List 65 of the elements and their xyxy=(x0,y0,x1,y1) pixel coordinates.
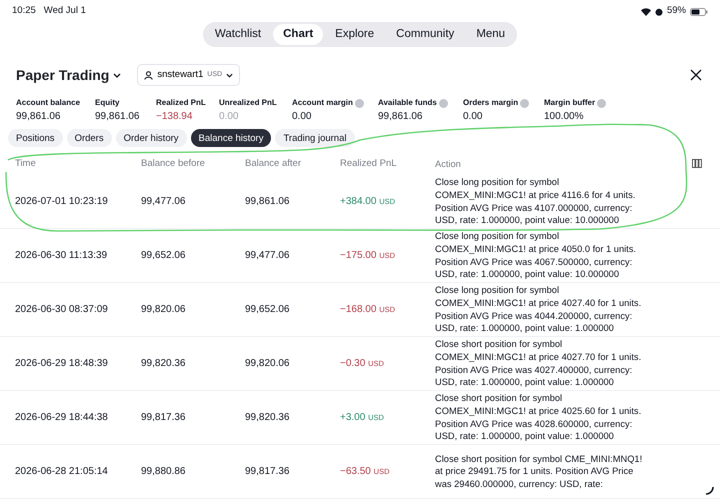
stat-value: −138.94 xyxy=(156,110,194,124)
stat-label: Orders margin xyxy=(463,97,518,109)
tab[interactable]: Balance history xyxy=(190,129,272,147)
battery-percent: 59% xyxy=(666,4,686,18)
stat-value: 99,861.06 xyxy=(378,110,424,124)
table-cell-text: 99,652.06 xyxy=(245,303,290,317)
action-text: Close long position for symbol COMEX_MINI:MGC1! at price 4027.40 for 1 units. Position AVG Price was 4044.200000, currency: USD, rate: 1.000000, point value: 1.000000 xyxy=(435,285,642,334)
tab[interactable]: Order history xyxy=(116,129,187,147)
nav-tab[interactable]: Watchlist xyxy=(204,24,272,45)
table-cell-text: 99,652.06 xyxy=(141,249,186,263)
caret-icon xyxy=(226,72,234,78)
table-cell-text: 99,820.06 xyxy=(245,357,290,371)
column-header: Time xyxy=(14,156,37,171)
tab[interactable]: Positions xyxy=(8,129,63,147)
table-cell-text: 99,477.06 xyxy=(141,195,186,209)
stat-label: Realized PnL xyxy=(156,97,206,109)
column-header: Balance after xyxy=(245,156,302,171)
nav-tab[interactable]: Menu xyxy=(466,24,516,45)
stat-label: Equity xyxy=(95,97,120,109)
column-header: Realized PnL xyxy=(340,156,398,171)
table-cell-text: 99,880.86 xyxy=(141,465,186,479)
nav-tab[interactable]: Community xyxy=(386,24,464,45)
stat-label: Account margin xyxy=(292,97,353,109)
stat-label: Account balance xyxy=(16,97,80,109)
wifi-icon xyxy=(640,8,651,16)
tab[interactable]: Trading journal xyxy=(275,129,354,147)
caret-icon xyxy=(113,72,122,78)
stat-value: 99,861.06 xyxy=(95,110,140,124)
stat-value: 0.00 xyxy=(219,110,240,124)
stat-value: 100.00% xyxy=(544,110,584,124)
table-cell-text: 2026-06-29 18:48:39 xyxy=(14,357,109,371)
panel-title-dropdown[interactable]: Paper Trading xyxy=(16,64,122,86)
table-cell-text: 99,820.36 xyxy=(141,357,186,371)
action-text: Close long position for symbol COMEX_MINI:MGC1! at price 4116.6 for 4 units. Position AVG Price was 4107.000000, currency: USD, rate: 1.000000, point value: 10.000000 xyxy=(435,177,636,226)
table-cell-text: 99,477.06 xyxy=(245,249,290,263)
user-icon xyxy=(144,70,154,80)
battery-icon xyxy=(690,8,708,16)
column-header: Action xyxy=(435,158,461,170)
action-text: Close long position for symbol COMEX_MINI:MGC1! at price 4050.0 for 1 units. Position AVG Price was 4067.500000, currency: USD, rate: 1.000000, point value: 10.000000 xyxy=(435,231,636,280)
stat-label: Available funds xyxy=(378,97,437,109)
status-time: 10:25 xyxy=(12,4,36,18)
action-text: Close short position for symbol COMEX_MINI:MGC1! at price 4025.60 for 1 units. Position AVG Price was 4028.600000, currency: USD, rate: 1.000000, point value: 1.000000 xyxy=(435,393,642,442)
action-text: Close short position for symbol COMEX_MINI:MGC1! at price 4027.70 for 1 units. Position AVG Price was 4027.400000, currency: USD, rate: 1.000000, point value: 1.000000 xyxy=(435,339,642,388)
nav-tab[interactable]: Explore xyxy=(325,24,384,45)
table-cell-text: 99,820.36 xyxy=(245,411,290,425)
table-cell-text: 99,820.06 xyxy=(141,303,186,317)
table-cell-text: 2026-06-30 08:37:09 xyxy=(14,303,109,317)
stat-label: Unrealized PnL xyxy=(219,97,277,109)
column-header: Balance before xyxy=(141,156,206,171)
table-cell-text: 99,817.36 xyxy=(245,465,290,479)
action-text: Close short position for symbol CME_MINI:MNQ1! at price 29491.75 for 1 units. Position AVG Price was 29460.000000, currency: USD, rate: xyxy=(435,454,642,489)
alarm-icon xyxy=(654,8,663,16)
nav-tab[interactable]: Chart xyxy=(273,24,324,45)
stat-value: 99,861.06 xyxy=(16,110,62,124)
table-cell-text: 2026-06-29 18:44:38 xyxy=(14,411,109,425)
status-date: Wed Jul 1 xyxy=(44,4,86,18)
table-cell-text: 99,861.06 xyxy=(245,195,290,209)
stat-label: Margin buffer xyxy=(544,97,596,109)
stat-value: 0.00 xyxy=(292,110,312,124)
table-cell-text: 99,817.36 xyxy=(141,411,186,425)
table-cell-text: 2026-07-01 10:23:19 xyxy=(14,195,109,209)
table-cell-text: 2026-06-28 21:05:14 xyxy=(14,465,109,479)
table-cell-text: 2026-06-30 11:13:39 xyxy=(14,249,108,263)
tab[interactable]: Orders xyxy=(66,129,112,147)
stat-value: 0.00 xyxy=(463,110,484,124)
